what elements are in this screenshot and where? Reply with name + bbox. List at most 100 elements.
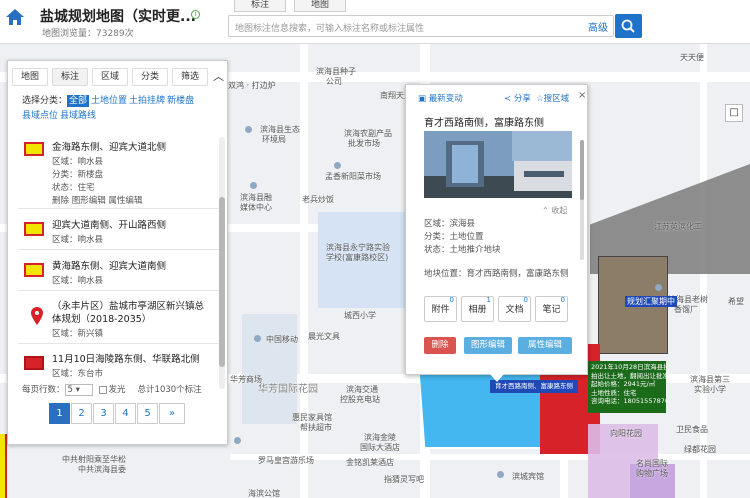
map-label: 学校(富康路校区) [326, 253, 389, 262]
item-region: 区域：新兴镇 [52, 329, 104, 339]
popup-scrollbar-thumb[interactable] [580, 140, 584, 200]
map-label: 华芳国际花园 [258, 384, 318, 395]
panel-tab-filter[interactable]: 筛选 [172, 68, 208, 86]
list-item[interactable]: 黄海路东侧、迎宾大道南侧 区域：响水县 [18, 253, 220, 291]
close-icon[interactable]: × [578, 90, 586, 101]
filter-new-homes[interactable]: 新楼盘 [167, 96, 194, 106]
map-label: 指猜灵写吧 [384, 475, 424, 484]
tab-annotation[interactable]: 标注 [234, 0, 286, 12]
search-input[interactable]: 地图标注信息搜索，可输入标注名称或标注属性 [228, 15, 614, 37]
color-swatch [24, 263, 44, 277]
attachments-label: 附件 [431, 305, 450, 315]
filter-county-routes[interactable]: 县域路线 [60, 111, 96, 121]
scrollbar-thumb[interactable] [219, 197, 225, 367]
album-label: 相册 [468, 305, 487, 315]
collapse-label: 收起 [551, 206, 568, 215]
notes-label: 笔记 [542, 305, 561, 315]
collapse-icon[interactable]: ︿ [211, 68, 226, 86]
filter-auction[interactable]: 土拍挂牌 [129, 96, 165, 106]
annotation-panel: 地图 标注 区域 分类 筛选 ︿ 选择分类： 全部 土地位置 土拍挂牌 新楼盘 县域点位… [7, 60, 228, 445]
poi-icon [497, 471, 504, 478]
search-button[interactable] [615, 14, 642, 38]
delete-button[interactable]: 删除 [424, 337, 456, 354]
item-title-line2: 体规划（2018-2035） [52, 314, 152, 325]
notes-button[interactable]: 笔记 0 [535, 296, 568, 322]
search-icon [621, 19, 635, 33]
item-region: 区域：响水县 [52, 157, 104, 167]
filter-county-points[interactable]: 县域点位 [22, 111, 58, 121]
list-item[interactable]: 11月10日海陵路东侧、华联路北侧 区域：东台市 [18, 347, 220, 385]
color-swatch [24, 356, 44, 370]
notes-count: 0 [560, 296, 565, 304]
map-label: 金铭凯莱酒店 [346, 458, 394, 467]
map-control-button[interactable]: □ [725, 104, 743, 122]
map-label: 中共滨海县委 [78, 465, 126, 474]
map-label: 罗马皇宫游乐场 [258, 456, 314, 465]
page-button[interactable]: 3 [93, 403, 114, 424]
item-title: 11月10日海陵路东侧、华联路北侧 [52, 354, 200, 365]
map-label: 环境局 [262, 135, 286, 144]
item-title: （永丰片区）盐城市亭湖区新兴镇总 [52, 301, 205, 312]
total-count: 总计1030个标注 [137, 385, 202, 395]
panel-tab-annotation[interactable]: 标注 [52, 68, 88, 86]
item-actions[interactable]: 删除 图形编辑 属性编辑 [52, 194, 142, 206]
list-item[interactable]: （永丰片区）盐城市亭湖区新兴镇总 体规划（2018-2035） 区域：新兴镇 [18, 294, 220, 344]
map-label: 国际大酒店 [360, 443, 400, 452]
filter-all[interactable]: 全部 [67, 95, 90, 107]
map-label: 中国移动 [266, 335, 298, 344]
map-label: 海滨公馆 [248, 489, 280, 498]
map-label: 实验小学 [694, 385, 726, 394]
popup-pointer [490, 374, 504, 382]
list-item[interactable]: 迎宾大道南侧、开山路西侧 区域：响水县 [18, 212, 220, 250]
home-icon[interactable] [4, 6, 26, 28]
list-item[interactable]: 金海路东侧、迎宾大道北侧 区域：响水县 分类：新楼盘 状态：住宅 删除 图形编辑… [18, 133, 220, 209]
map-label: 购物广场 [636, 469, 668, 478]
latest-changes-link[interactable]: ▣ 最新变动 [418, 92, 463, 104]
map-label: 希望 [728, 297, 744, 306]
attachments-button[interactable]: 附件 0 [424, 296, 457, 322]
search-region-link[interactable]: ☆搜区域 [536, 92, 569, 104]
flash-checkbox[interactable] [98, 385, 107, 394]
map-label: 卫民食品 [676, 425, 708, 434]
next-page-button[interactable]: » [159, 403, 185, 424]
advanced-search-link[interactable]: 高级 [588, 19, 608, 34]
per-page-value: 5 [67, 385, 73, 395]
per-page-select[interactable]: 5 ▾ [64, 384, 93, 396]
info-icon[interactable]: i [191, 10, 200, 19]
poi-icon [250, 182, 257, 189]
panel-tab-region[interactable]: 区域 [92, 68, 128, 86]
documents-button[interactable]: 文档 0 [498, 296, 531, 322]
tab-map[interactable]: 地图 [294, 0, 346, 12]
map-label: 香馏厂 [674, 305, 698, 314]
map-label: 华芳商场 [230, 375, 262, 384]
collapse-link[interactable]: ⌃ 收起 [542, 205, 567, 216]
land-annotation-box[interactable]: 2021年10月28日滨海县挂 拍出让土地，翻阅出让批准号 起始价格：2941元… [588, 361, 666, 413]
panel-tab-category[interactable]: 分类 [132, 68, 168, 86]
block [242, 314, 297, 424]
map-label: 绿都花园 [684, 445, 716, 454]
page-button[interactable]: 5 [137, 403, 158, 424]
panel-tab-map[interactable]: 地图 [12, 68, 48, 86]
screen: 盐城规划地图（实时更... i 地图浏览量：73289次 标注 地图 地图标注信… [0, 0, 750, 498]
color-swatch [24, 142, 44, 156]
annotation-line: 起始价格：2941元/㎡ [591, 380, 656, 389]
map-label: 双鸿 · 打边炉 [228, 81, 276, 90]
location-pin-icon [31, 307, 43, 325]
view-count: 地图浏览量：73289次 [42, 29, 134, 39]
edit-attributes-button[interactable]: 属性编辑 [518, 337, 572, 354]
map-label: 天天便 [680, 53, 704, 62]
list-scrollbar[interactable] [219, 137, 225, 389]
map-label: 规划汇聚期中 [625, 296, 677, 307]
page-button[interactable]: 2 [71, 403, 92, 424]
map-label: 公司 [326, 77, 342, 86]
filter-land[interactable]: 土地位置 [91, 96, 127, 106]
share-link[interactable]: ≺ 分享 [504, 92, 531, 104]
popup-scrollbar[interactable] [580, 140, 584, 260]
parcel-photo[interactable] [424, 131, 572, 198]
album-button[interactable]: 相册 1 [461, 296, 494, 322]
page-button[interactable]: 4 [115, 403, 136, 424]
parcel-yellow[interactable] [0, 434, 7, 498]
page-button[interactable]: 1 [49, 403, 70, 424]
edit-shape-button[interactable]: 图形编辑 [464, 337, 512, 354]
map-label: 媒体中心 [240, 203, 272, 212]
